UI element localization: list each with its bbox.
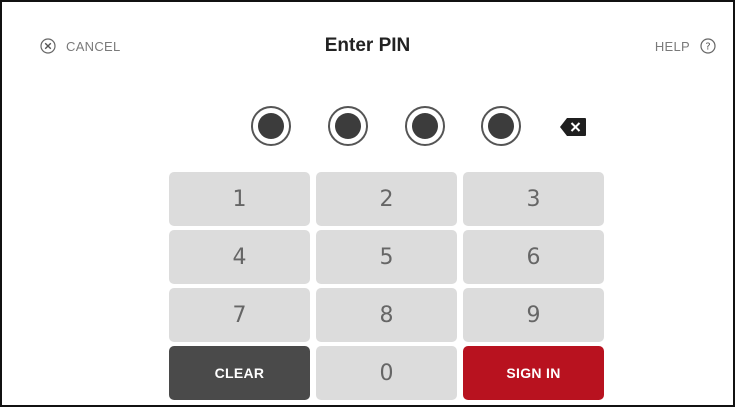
key-0[interactable]: 0 (316, 346, 457, 400)
pin-indicator-row (2, 106, 733, 148)
help-label: HELP (654, 38, 690, 54)
header: CANCEL Enter PIN HELP ? (2, 2, 733, 92)
page-title: Enter PIN (324, 35, 411, 56)
keypad: 1 2 3 4 5 6 7 8 9 CLEAR 0 SIGN IN (169, 172, 605, 400)
pin-entry-screen: CANCEL Enter PIN HELP ? 1 2 3 4 5 6 7 8 … (0, 0, 735, 407)
key-8[interactable]: 8 (316, 288, 457, 342)
pin-dot-4 (481, 106, 521, 146)
question-circle-icon: ? (700, 38, 716, 54)
pin-dot-1 (251, 106, 291, 146)
key-3[interactable]: 3 (463, 172, 604, 226)
pin-dot-2 (328, 106, 368, 146)
pin-dot-3 (405, 106, 445, 146)
key-4[interactable]: 4 (169, 230, 310, 284)
key-5[interactable]: 5 (316, 230, 457, 284)
key-6[interactable]: 6 (463, 230, 604, 284)
key-7[interactable]: 7 (169, 288, 310, 342)
sign-in-button[interactable]: SIGN IN (463, 346, 604, 400)
help-button[interactable]: HELP ? (655, 38, 716, 54)
clear-button[interactable]: CLEAR (169, 346, 310, 400)
key-2[interactable]: 2 (316, 172, 457, 226)
key-9[interactable]: 9 (463, 288, 604, 342)
backspace-icon[interactable] (559, 117, 587, 137)
svg-text:?: ? (705, 42, 710, 53)
key-1[interactable]: 1 (169, 172, 310, 226)
